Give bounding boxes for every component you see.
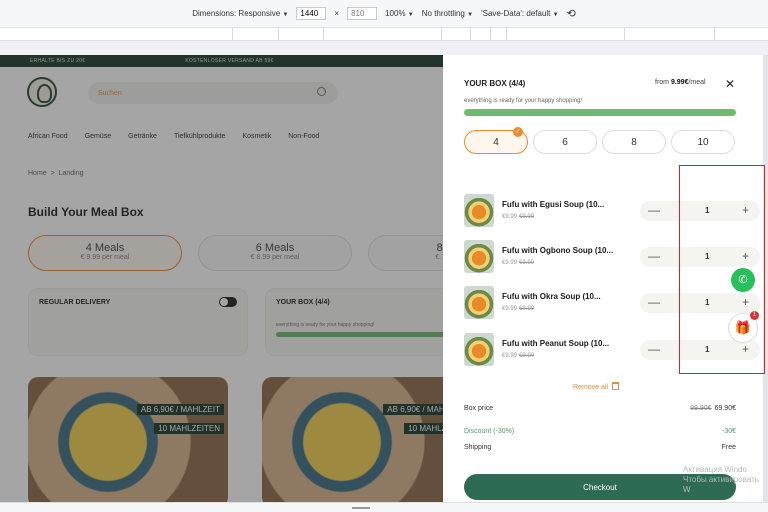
panel-from-price: from 9.99€/meal [655, 79, 706, 86]
size-option-8[interactable]: 8 [602, 130, 666, 154]
item-thumbnail [464, 240, 494, 273]
size-option-6[interactable]: 6 [533, 130, 597, 154]
item-thumbnail [464, 286, 494, 319]
devtools-resize-bar [0, 502, 768, 512]
whatsapp-icon[interactable]: ✆ [731, 268, 755, 292]
page-viewport: ERHALTE BIS ZU 20€ KOSTENLOSER VERSAND A… [0, 55, 768, 502]
gift-badge: 1 [750, 311, 759, 320]
gift-icon[interactable]: 🎁 1 [728, 311, 759, 343]
trash-icon [612, 382, 620, 390]
minus-icon[interactable]: — [648, 249, 660, 263]
save-data-dropdown[interactable]: 'Save-Data': default ▼ [481, 9, 559, 18]
shipping-row: Shipping Free [464, 444, 736, 451]
windows-activation-watermark: Активация Windo Чтобы активировать W [683, 465, 759, 494]
item-name[interactable]: Fufu with Okra Soup (10... [502, 292, 601, 301]
item-price: €9.99 €9.99 [502, 353, 535, 359]
devtools-toolbar: Dimensions: Responsive ▼ × 100% ▼ No thr… [0, 0, 768, 28]
item-name[interactable]: Fufu with Egusi Soup (10... [502, 200, 604, 209]
minus-icon[interactable]: — [648, 295, 660, 309]
panel-subtitle: everything is ready for your happy shopp… [464, 98, 583, 104]
item-name[interactable]: Fufu with Ogbono Soup (10... [502, 246, 613, 255]
discount-row: Discount (-30%) -30€ [464, 428, 736, 435]
zoom-dropdown[interactable]: 100% ▼ [385, 9, 414, 18]
rotate-icon[interactable]: ⟲ [567, 7, 576, 20]
item-thumbnail [464, 194, 494, 227]
close-icon[interactable]: ✕ [725, 77, 735, 91]
size-option-10[interactable]: 10 [671, 130, 735, 154]
dimensions-dropdown[interactable]: Dimensions: Responsive ▼ [192, 9, 288, 18]
minus-icon[interactable]: — [648, 342, 660, 356]
height-input[interactable] [347, 7, 378, 20]
modal-overlay[interactable] [0, 55, 443, 502]
box-price-row: Box price 99.90€ 69.90€ [464, 405, 736, 412]
item-name[interactable]: Fufu with Peanut Soup (10... [502, 339, 609, 348]
panel-progress-bar [464, 109, 736, 116]
size-option-4[interactable]: 4 [464, 127, 528, 154]
item-price: €9.99 €9.99 [502, 214, 535, 220]
viewport-gutter [0, 41, 768, 55]
panel-title: YOUR BOX (4/4) [464, 79, 526, 88]
box-size-selector: 4 6 8 10 [464, 127, 735, 154]
highlight-box [679, 165, 765, 374]
throttling-dropdown[interactable]: No throttling ▼ [422, 9, 473, 18]
item-price: €9.99 €9.99 [502, 260, 535, 266]
width-input[interactable] [296, 7, 327, 20]
item-thumbnail [464, 333, 494, 366]
times-sign: × [334, 9, 340, 18]
media-query-bar [0, 28, 768, 41]
remove-all-button[interactable]: Remove all [573, 382, 620, 391]
resize-grip[interactable] [352, 507, 370, 509]
minus-icon[interactable]: — [648, 203, 660, 217]
item-price: €9.99 €9.99 [502, 306, 535, 312]
